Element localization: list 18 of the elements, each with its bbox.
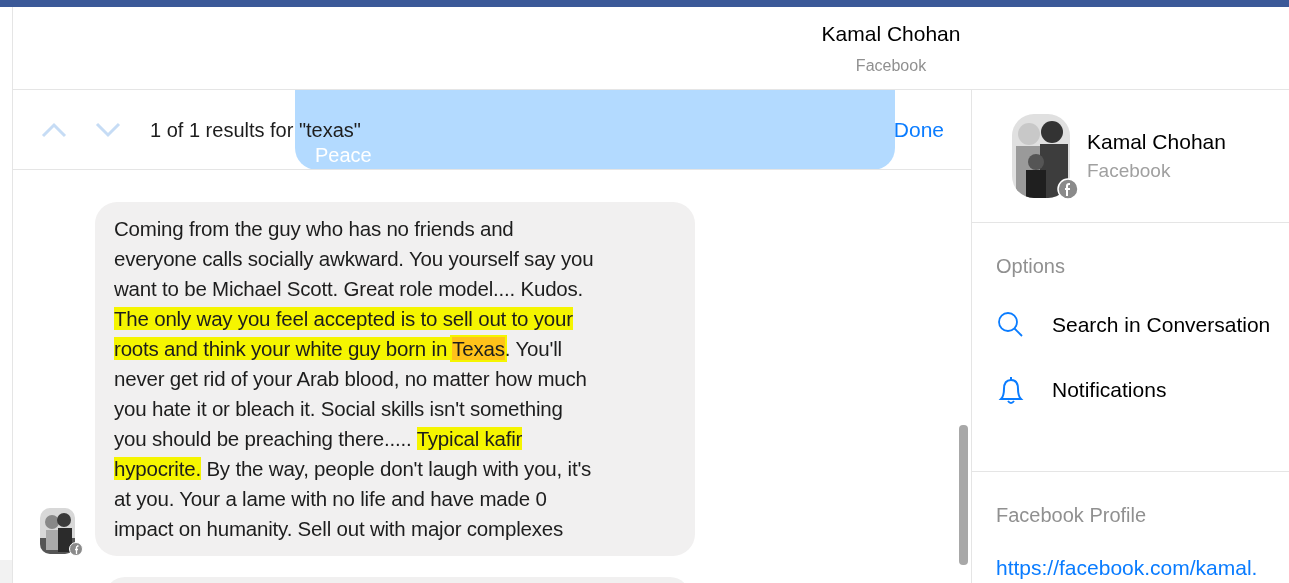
conversation-subtitle: Facebook <box>855 55 927 76</box>
facebook-badge-icon <box>69 542 83 556</box>
message-text: Coming from the guy who has no friends and everyone calls socially awkward. You yourself say you want to be Michael Scott. Great role model.... Kudos. The only way you feel accepted is to sell out to your roots and think your white guy born in Texas. You'll never get rid of your Arab blood, no matter how much you hate it or bleach it. Social skills isn't something you should be preaching there..... Typical kafir hypocrite. By the way, people don't laugh with you, it's at you. Your a lame with no life and have made 0 impact on humanity. Sell out with major complexes <box>114 216 595 542</box>
bell-icon <box>996 375 1026 406</box>
conversation-title: Kamal Chohan <box>821 21 961 48</box>
section-heading: Facebook Profile <box>996 503 1148 529</box>
scrollbar[interactable] <box>959 425 968 565</box>
message-text: Peace <box>315 143 373 168</box>
section-heading: Options <box>996 253 1066 279</box>
option-item[interactable]: Search in Conversation <box>1052 308 1271 341</box>
option-item[interactable]: Notifications <box>1052 374 1167 406</box>
contact-source: Facebook <box>1087 159 1172 184</box>
profile-link[interactable]: https://facebook.com/kamal. <box>996 552 1289 583</box>
facebook-badge-icon <box>1057 177 1079 200</box>
done-button[interactable]: Done <box>893 113 944 146</box>
contact-name: Kamal Chohan <box>1087 128 1226 155</box>
panel-background <box>0 560 12 583</box>
search-result-count: 1 of 1 results for "texas" <box>150 117 361 143</box>
